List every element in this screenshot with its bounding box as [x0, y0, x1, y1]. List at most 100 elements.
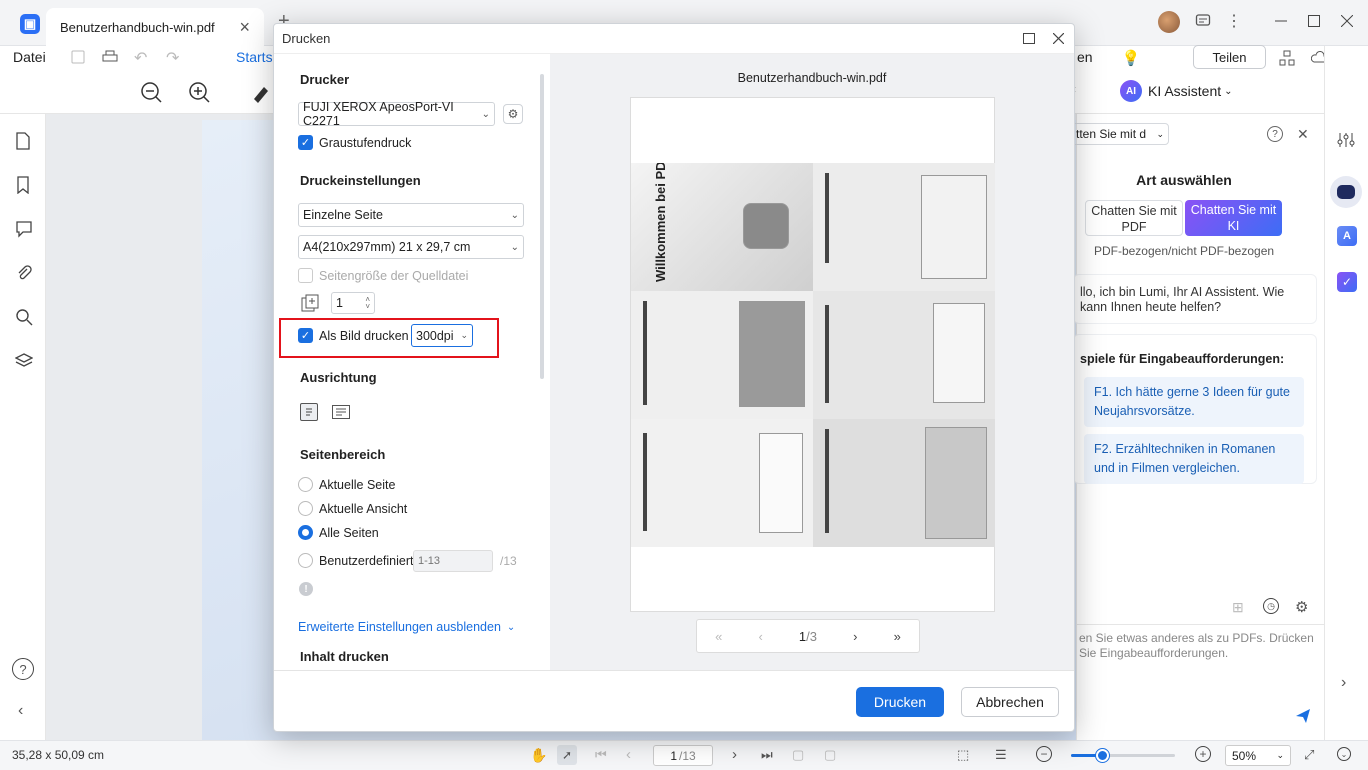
printer-value: FUJI XEROX ApeosPort-VI C2271 [303, 100, 454, 128]
next-page-icon[interactable]: › [732, 746, 737, 763]
collapse-sidebar-icon[interactable]: ‹ [18, 702, 23, 720]
close-panel-icon[interactable]: ✕ [1297, 126, 1309, 143]
first-page-icon[interactable]: ⏮ [595, 747, 607, 763]
chat-mode-value: tten Sie mit d [1076, 127, 1147, 141]
user-avatar[interactable] [1158, 11, 1180, 33]
range-current-page-radio[interactable]: Aktuelle Seite [298, 477, 395, 492]
expand-status-icon[interactable]: ⌄ [1337, 747, 1351, 761]
landscape-orientation-icon[interactable] [332, 405, 350, 419]
help-icon[interactable]: ? [1267, 126, 1283, 142]
last-page-icon[interactable]: ⏭ [761, 747, 773, 763]
more-options-icon[interactable]: ⋮ [1226, 12, 1242, 30]
settings-scrollbar[interactable] [540, 74, 544, 379]
crop-tool-icon[interactable]: ⬚ [957, 747, 969, 763]
tab-partial[interactable]: en [1077, 49, 1093, 65]
tab-start[interactable]: Starts [236, 49, 273, 65]
connect-icon[interactable] [1279, 50, 1295, 66]
fit-page-icon[interactable]: ▢ [792, 747, 804, 763]
help-icon[interactable]: ? [12, 658, 34, 680]
advanced-settings-toggle[interactable]: Erweiterte Einstellungen ausblenden ⌄ [298, 620, 515, 634]
chat-mode-dropdown[interactable]: tten Sie mit d ⌄ [1071, 123, 1169, 145]
range-current-view-radio[interactable]: Aktuelle Ansicht [298, 501, 407, 516]
share-button[interactable]: Teilen [1193, 45, 1266, 69]
pages-icon[interactable] [15, 132, 31, 150]
cancel-button[interactable]: Abbrechen [961, 687, 1059, 717]
properties-icon[interactable] [1337, 132, 1355, 148]
dialog-close-icon[interactable] [1053, 33, 1064, 44]
preview-next-page-icon[interactable]: › [853, 629, 857, 644]
view-mode-icon[interactable]: ☰ [995, 747, 1007, 763]
undo-icon[interactable]: ↶ [134, 48, 147, 68]
lightbulb-icon[interactable]: 💡 [1122, 49, 1141, 67]
ai-robot-icon[interactable] [1330, 176, 1362, 208]
option-chat-ki[interactable]: Chatten Sie mit KI [1185, 200, 1282, 236]
zoom-slider[interactable] [1071, 749, 1175, 762]
chevron-down-icon: ⌄ [460, 330, 468, 340]
menu-file[interactable]: Datei [13, 49, 46, 65]
chat-input[interactable]: en Sie etwas anderes als zu PDFs. Drücke… [1077, 624, 1325, 740]
bookmark-icon[interactable] [15, 176, 31, 194]
save-icon[interactable] [70, 49, 86, 65]
hand-tool-icon[interactable]: ✋ [530, 747, 547, 764]
rotate-icon[interactable]: ▢ [824, 747, 836, 763]
paper-size-select[interactable]: A4(210x297mm) 21 x 29,7 cm ⌄ [298, 235, 524, 259]
comment-icon[interactable] [15, 220, 33, 238]
add-prompt-icon[interactable]: ⊞ [1232, 599, 1244, 616]
check-task-icon[interactable]: ✓ [1337, 272, 1357, 292]
option-chat-pdf[interactable]: Chatten Sie mit PDF [1085, 200, 1183, 236]
redo-icon[interactable]: ↷ [166, 48, 179, 68]
feedback-icon[interactable] [1194, 12, 1212, 30]
example-prompt-2[interactable]: F2. Erzähltechniken in Romanen und in Fi… [1084, 434, 1304, 484]
search-icon[interactable] [15, 308, 33, 326]
dialog-maximize-icon[interactable] [1023, 33, 1035, 44]
zoom-select[interactable]: 50% ⌄ [1225, 745, 1291, 766]
printer-settings-icon[interactable]: ⚙ [503, 104, 523, 124]
preview-prev-page-icon[interactable]: ‹ [758, 629, 762, 644]
grayscale-checkbox[interactable]: ✓ Graustufendruck [298, 135, 411, 150]
preview-first-page-icon[interactable]: « [715, 629, 722, 644]
print-icon[interactable] [102, 49, 118, 65]
example-prompt-1[interactable]: F1. Ich hätte gerne 3 Ideen für gute Neu… [1084, 377, 1304, 427]
prev-page-icon[interactable]: ‹ [626, 746, 631, 763]
translate-icon[interactable]: A [1337, 226, 1357, 246]
paper-size-value: A4(210x297mm) 21 x 29,7 cm [303, 240, 471, 254]
expand-rail-icon[interactable]: › [1341, 674, 1346, 692]
zoom-in-small-icon[interactable]: + [1195, 746, 1211, 762]
dialog-header: Drucken [274, 24, 1074, 54]
info-icon[interactable]: ! [299, 582, 313, 596]
minimize-icon[interactable] [1272, 12, 1290, 30]
dpi-select[interactable]: 300dpi ⌄ [411, 324, 473, 347]
option-chat-ki-label: Chatten Sie mit KI [1190, 203, 1277, 233]
attachment-icon[interactable] [15, 264, 33, 282]
ai-assistant-menu[interactable]: AI KI Assistent ⌄ [1120, 80, 1233, 102]
zoom-slider-thumb[interactable] [1096, 749, 1109, 762]
zoom-in-icon[interactable] [188, 81, 210, 103]
print-button[interactable]: Drucken [856, 687, 944, 717]
zoom-out-small-icon[interactable]: − [1036, 746, 1052, 762]
copies-stepper[interactable]: 1 ˄ ˅ [331, 292, 375, 314]
select-tool-icon[interactable]: ➚ [557, 745, 577, 765]
highlighter-icon[interactable] [250, 81, 272, 103]
range-custom-radio[interactable]: Benutzerdefiniert [298, 553, 414, 568]
send-icon[interactable] [1295, 708, 1311, 724]
fullscreen-icon[interactable]: ⤢ [1304, 747, 1314, 763]
print-as-image-checkbox[interactable]: ✓ Als Bild drucken [298, 328, 409, 343]
chevron-down-icon: ⌄ [510, 209, 519, 221]
preview-last-page-icon[interactable]: » [894, 629, 901, 644]
history-icon[interactable]: ◷ [1263, 598, 1279, 614]
close-window-icon[interactable] [1338, 12, 1356, 30]
tab-close-icon[interactable]: × [239, 17, 250, 38]
page-input[interactable]: 1 /13 [653, 745, 713, 766]
document-tab[interactable]: Benutzerhandbuch-win.pdf × [46, 8, 264, 46]
range-all-pages-radio[interactable]: Alle Seiten [298, 525, 379, 540]
checkbox-checked-icon: ✓ [298, 328, 313, 343]
range-custom-input[interactable] [413, 550, 493, 572]
maximize-icon[interactable] [1305, 12, 1323, 30]
zoom-out-icon[interactable] [140, 81, 162, 103]
layers-icon[interactable] [15, 352, 33, 370]
page-mode-select[interactable]: Einzelne Seite ⌄ [298, 203, 524, 227]
portrait-orientation-icon[interactable] [300, 403, 318, 421]
settings-icon[interactable]: ⚙ [1295, 598, 1308, 616]
source-size-checkbox[interactable]: Seitengröße der Quelldatei [298, 268, 468, 283]
printer-select[interactable]: FUJI XEROX ApeosPort-VI C2271 ⌄ [298, 100, 495, 128]
